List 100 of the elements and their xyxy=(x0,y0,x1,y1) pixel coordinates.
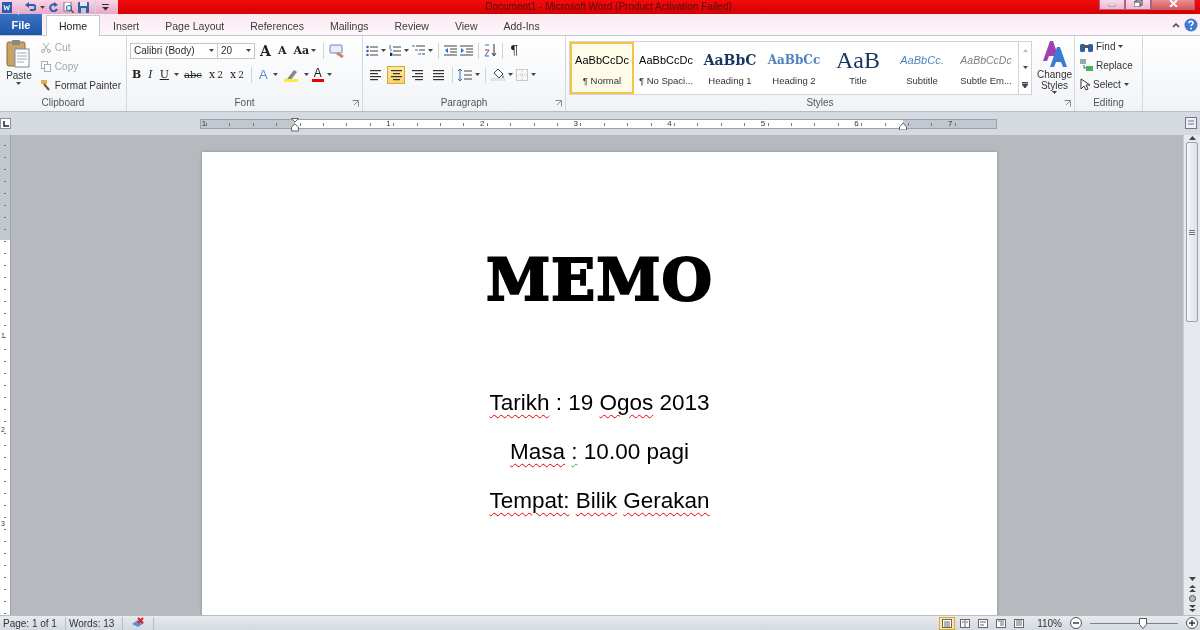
tab-selector[interactable] xyxy=(0,118,11,129)
grow-font-button[interactable]: A xyxy=(258,41,273,60)
find-button[interactable]: Find xyxy=(1078,38,1139,54)
borders-icon xyxy=(516,68,528,81)
ruler-number: 7 xyxy=(947,119,953,128)
ruler-number: 5 xyxy=(760,119,766,128)
clipboard-icon xyxy=(5,39,32,69)
help-icon xyxy=(1184,17,1198,32)
indent-marker[interactable] xyxy=(291,118,299,132)
view-button[interactable] xyxy=(939,616,956,630)
page-count: Page: 1 of 1 xyxy=(0,616,66,630)
memo-title: MEMO xyxy=(485,248,714,312)
caret-icon xyxy=(1118,44,1124,48)
zoom-out-button[interactable] xyxy=(1070,617,1082,629)
caret-icon xyxy=(404,49,409,52)
replace-icon xyxy=(1080,59,1093,71)
change-styles-button[interactable]: Change Styles xyxy=(1035,39,1075,97)
caret-icon xyxy=(16,82,22,85)
ruler-number: 1 xyxy=(201,119,207,128)
minimize-button[interactable] xyxy=(1099,0,1125,10)
caret-icon xyxy=(1052,91,1057,94)
ribbon-tab[interactable]: Add-Ins xyxy=(490,15,553,36)
ribbon-tab[interactable]: Review xyxy=(381,15,442,36)
dialog-launcher-icon[interactable] xyxy=(1064,100,1071,107)
previous-page-icon xyxy=(1188,585,1196,592)
scroll-thumb[interactable] xyxy=(1186,142,1198,322)
show-formatting-button[interactable]: ¶ xyxy=(508,41,521,60)
style-option[interactable]: AaBbCcDc Subtle Em... xyxy=(954,42,1018,94)
cursor-icon xyxy=(1080,77,1090,91)
bold-button[interactable]: B xyxy=(130,65,144,84)
line-spacing-icon xyxy=(458,68,472,81)
gallery-more-icon xyxy=(1022,82,1028,89)
ribbon-tab[interactable]: Page Layout xyxy=(152,15,238,36)
group-label: Clipboard xyxy=(40,97,86,110)
strikethrough-button[interactable]: abc xyxy=(181,65,204,84)
memo-line: Tarikh : 19 Ogos 2013 xyxy=(489,390,710,415)
underline-button[interactable]: U xyxy=(157,65,171,84)
minimize-icon xyxy=(1108,4,1116,7)
format-painter-button[interactable]: Format Painter xyxy=(38,77,123,93)
sort-icon xyxy=(484,44,497,57)
ruler-number: 6 xyxy=(854,119,859,128)
close-button[interactable] xyxy=(1151,0,1195,10)
font-name-field[interactable]: Calibri (Body) xyxy=(130,42,218,59)
style-option[interactable]: AaBbCc Heading 2 xyxy=(762,42,826,94)
shrink-font-button[interactable]: A xyxy=(275,41,289,60)
style-option[interactable]: AaBbCc. Subtitle xyxy=(890,42,954,94)
copy-icon xyxy=(40,60,52,72)
ruler-number: 2 xyxy=(479,119,485,128)
group-label: Font xyxy=(127,97,362,111)
ribbon-tab[interactable]: View xyxy=(441,15,491,36)
ribbon-tab[interactable]: Mailings xyxy=(316,15,382,36)
gallery-up-icon xyxy=(1022,49,1028,53)
ruler-number: 4 xyxy=(667,119,672,128)
indent-marker[interactable] xyxy=(899,122,907,130)
caret-icon xyxy=(303,73,309,76)
view-ruler-icon[interactable] xyxy=(1185,117,1197,129)
group-label: Editing xyxy=(1092,97,1125,110)
group-label: Styles xyxy=(566,97,1074,111)
style-option[interactable]: AaBbCcDc ¶ No Spaci... xyxy=(634,42,698,94)
select-button[interactable]: Select xyxy=(1078,76,1139,92)
ribbon-tab[interactable]: References xyxy=(237,15,317,36)
memo-line: Masa : 10.00 pagi xyxy=(510,439,689,464)
slider-thumb[interactable] xyxy=(1138,617,1147,629)
replace-button[interactable]: Replace xyxy=(1078,57,1139,73)
vertical-scrollbar[interactable] xyxy=(1183,135,1200,615)
scroll-down-icon xyxy=(1188,577,1196,582)
bullets-icon xyxy=(366,45,378,56)
ribbon-tab[interactable]: Home xyxy=(46,15,100,36)
file-tab[interactable]: File xyxy=(0,14,42,35)
style-option[interactable]: AaBbCcDc ¶ Normal xyxy=(570,42,634,94)
close-icon xyxy=(1168,0,1178,7)
word-count: Words: 13 xyxy=(65,616,124,630)
decrease-indent-icon xyxy=(444,45,457,56)
ruler-number: 1 xyxy=(386,119,391,128)
font-color-button[interactable]: A xyxy=(311,67,324,82)
ribbon-tab[interactable]: Insert xyxy=(100,15,153,36)
change-case-button[interactable]: Aa xyxy=(291,41,319,60)
ruler-number: 3 xyxy=(573,119,578,128)
caret-icon xyxy=(428,49,433,52)
dialog-launcher-icon[interactable] xyxy=(352,100,359,107)
next-page-icon xyxy=(1188,605,1196,612)
caret-icon xyxy=(209,49,214,52)
paste-button[interactable]: Paste xyxy=(3,39,35,97)
caret-icon xyxy=(475,73,480,76)
align-button[interactable] xyxy=(387,65,405,84)
gallery-down-icon xyxy=(1022,66,1028,70)
zoom-level[interactable]: 110% xyxy=(1037,617,1062,629)
dialog-launcher-icon[interactable] xyxy=(555,100,562,107)
caret-icon xyxy=(531,73,536,76)
style-option[interactable]: AaB Title xyxy=(826,42,890,94)
font-size-field[interactable]: 20 xyxy=(217,42,255,59)
undo-icon xyxy=(25,2,36,12)
restore-button[interactable] xyxy=(1125,0,1151,10)
zoom-in-button[interactable] xyxy=(1186,617,1198,629)
save-icon xyxy=(78,1,89,13)
caret-icon xyxy=(381,49,386,52)
italic-button[interactable]: I xyxy=(146,65,155,84)
style-option[interactable]: AaBbC Heading 1 xyxy=(698,42,762,94)
clear-formatting-icon xyxy=(329,43,346,58)
scissors-icon xyxy=(40,41,52,53)
